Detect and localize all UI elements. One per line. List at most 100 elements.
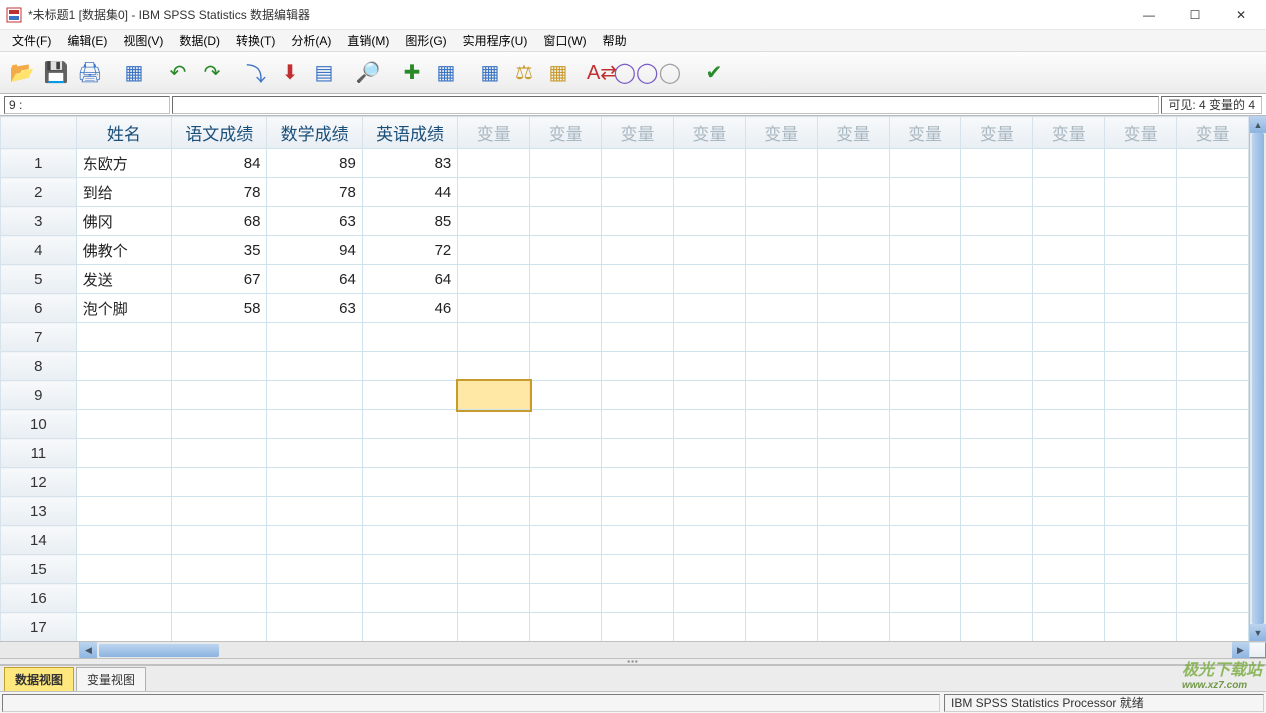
cell[interactable] bbox=[602, 410, 674, 439]
cell[interactable] bbox=[1105, 526, 1177, 555]
menu-2[interactable]: 视图(V) bbox=[115, 30, 171, 51]
cell[interactable]: 64 bbox=[362, 265, 457, 294]
cell[interactable] bbox=[76, 584, 171, 613]
value-labels-icon[interactable]: ▦ bbox=[542, 57, 574, 89]
column-header-placeholder[interactable]: 变量 bbox=[530, 117, 602, 149]
cell[interactable] bbox=[961, 555, 1033, 584]
cell[interactable] bbox=[961, 178, 1033, 207]
cell[interactable] bbox=[172, 410, 267, 439]
scroll-right-icon[interactable]: ▶ bbox=[1232, 642, 1249, 659]
cell[interactable] bbox=[817, 149, 889, 178]
cell[interactable]: 东欧方 bbox=[76, 149, 171, 178]
cell[interactable] bbox=[530, 352, 602, 381]
cell[interactable] bbox=[745, 410, 817, 439]
cell[interactable] bbox=[1177, 613, 1249, 642]
cell[interactable] bbox=[172, 526, 267, 555]
cell[interactable] bbox=[458, 352, 530, 381]
undo-icon[interactable]: ↶ bbox=[162, 57, 194, 89]
cell[interactable] bbox=[961, 149, 1033, 178]
minimize-button[interactable]: — bbox=[1126, 0, 1172, 30]
cell[interactable] bbox=[1033, 381, 1105, 410]
cell[interactable] bbox=[889, 265, 961, 294]
cell[interactable] bbox=[458, 613, 530, 642]
cell[interactable] bbox=[267, 613, 362, 642]
cell[interactable] bbox=[530, 468, 602, 497]
cell[interactable] bbox=[817, 439, 889, 468]
cell[interactable] bbox=[673, 294, 745, 323]
cell[interactable]: 85 bbox=[362, 207, 457, 236]
cell[interactable] bbox=[673, 526, 745, 555]
cell[interactable] bbox=[961, 236, 1033, 265]
cell[interactable] bbox=[530, 178, 602, 207]
cell[interactable] bbox=[362, 555, 457, 584]
cell[interactable] bbox=[817, 207, 889, 236]
redo-icon[interactable]: ↷ bbox=[196, 57, 228, 89]
scroll-down-icon[interactable]: ▼ bbox=[1250, 624, 1266, 641]
row-header[interactable]: 12 bbox=[1, 468, 77, 497]
cell[interactable] bbox=[602, 584, 674, 613]
column-header-2[interactable]: 数学成绩 bbox=[267, 117, 362, 149]
menu-0[interactable]: 文件(F) bbox=[4, 30, 59, 51]
cell[interactable]: 84 bbox=[172, 149, 267, 178]
cell[interactable] bbox=[961, 526, 1033, 555]
cell[interactable] bbox=[1105, 584, 1177, 613]
cell[interactable]: 44 bbox=[362, 178, 457, 207]
cell[interactable] bbox=[745, 323, 817, 352]
cell[interactable] bbox=[889, 439, 961, 468]
cell[interactable] bbox=[76, 352, 171, 381]
cell[interactable] bbox=[673, 149, 745, 178]
cell[interactable] bbox=[961, 410, 1033, 439]
cell[interactable] bbox=[458, 584, 530, 613]
cell[interactable] bbox=[961, 497, 1033, 526]
cell[interactable] bbox=[745, 584, 817, 613]
cell[interactable] bbox=[1105, 613, 1177, 642]
horizontal-scroll-thumb[interactable] bbox=[99, 644, 219, 657]
cell[interactable] bbox=[1105, 178, 1177, 207]
cell[interactable] bbox=[76, 410, 171, 439]
cell[interactable] bbox=[1105, 468, 1177, 497]
cell[interactable] bbox=[961, 584, 1033, 613]
cell[interactable] bbox=[1033, 352, 1105, 381]
column-header-placeholder[interactable]: 变量 bbox=[1033, 117, 1105, 149]
cell[interactable] bbox=[817, 178, 889, 207]
tab-data-view[interactable]: 数据视图 bbox=[4, 667, 74, 691]
cell[interactable] bbox=[817, 555, 889, 584]
cell[interactable] bbox=[362, 381, 457, 410]
cell[interactable] bbox=[1105, 555, 1177, 584]
cell[interactable] bbox=[1033, 468, 1105, 497]
cell[interactable] bbox=[889, 381, 961, 410]
row-header[interactable]: 4 bbox=[1, 236, 77, 265]
column-header-placeholder[interactable]: 变量 bbox=[961, 117, 1033, 149]
cell[interactable] bbox=[1177, 468, 1249, 497]
open-icon[interactable]: 📂 bbox=[6, 57, 38, 89]
cell[interactable] bbox=[745, 497, 817, 526]
column-header-placeholder[interactable]: 变量 bbox=[889, 117, 961, 149]
cell[interactable] bbox=[745, 149, 817, 178]
scroll-left-icon[interactable]: ◀ bbox=[80, 642, 97, 659]
cell[interactable]: 佛冈 bbox=[76, 207, 171, 236]
cell[interactable] bbox=[673, 352, 745, 381]
cell[interactable] bbox=[362, 323, 457, 352]
cell[interactable] bbox=[1177, 439, 1249, 468]
cell[interactable] bbox=[1177, 265, 1249, 294]
cell[interactable]: 到给 bbox=[76, 178, 171, 207]
cell[interactable] bbox=[602, 236, 674, 265]
menu-8[interactable]: 实用程序(U) bbox=[455, 30, 536, 51]
cell[interactable] bbox=[1177, 149, 1249, 178]
cell[interactable] bbox=[1033, 555, 1105, 584]
cell[interactable] bbox=[458, 265, 530, 294]
row-header[interactable]: 10 bbox=[1, 410, 77, 439]
cell[interactable]: 68 bbox=[172, 207, 267, 236]
cell[interactable] bbox=[458, 439, 530, 468]
row-header[interactable]: 3 bbox=[1, 207, 77, 236]
insert-case-icon[interactable]: ✚ bbox=[396, 57, 428, 89]
cell[interactable]: 94 bbox=[267, 236, 362, 265]
cell[interactable] bbox=[530, 381, 602, 410]
cell[interactable] bbox=[458, 381, 530, 410]
cell[interactable] bbox=[673, 584, 745, 613]
cell[interactable] bbox=[1177, 381, 1249, 410]
cell[interactable] bbox=[817, 323, 889, 352]
cell[interactable] bbox=[961, 468, 1033, 497]
cell[interactable] bbox=[602, 149, 674, 178]
cell[interactable] bbox=[745, 439, 817, 468]
